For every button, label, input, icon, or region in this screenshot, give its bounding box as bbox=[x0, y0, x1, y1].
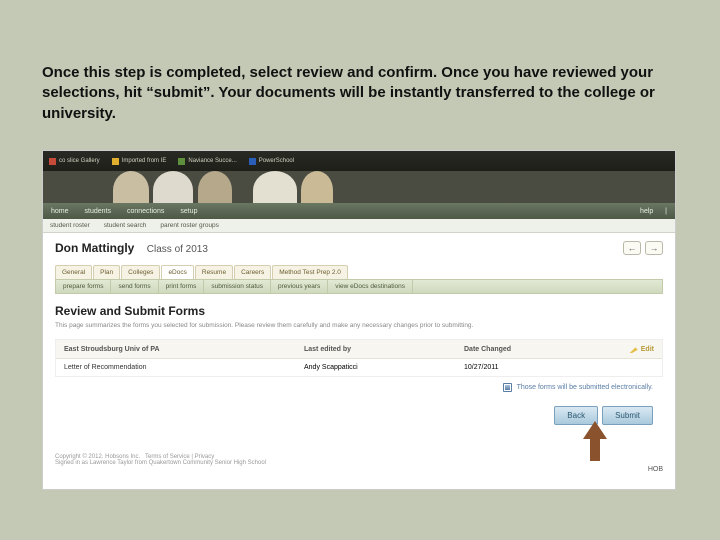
subtab-send[interactable]: send forms bbox=[111, 280, 158, 293]
tab-resume[interactable]: Resume bbox=[195, 265, 233, 279]
doc-date: 10/27/2011 bbox=[464, 364, 584, 371]
edit-link[interactable]: Edit bbox=[630, 345, 654, 353]
student-class: Class of 2013 bbox=[147, 244, 208, 255]
bookmark-item[interactable]: Naviance Succe... bbox=[172, 158, 242, 165]
tab-careers[interactable]: Careers bbox=[234, 265, 271, 279]
col-date-changed: Date Changed bbox=[464, 346, 584, 353]
tab-colleges[interactable]: Colleges bbox=[121, 265, 160, 279]
nav-students[interactable]: students bbox=[77, 208, 119, 215]
bookmark-icon bbox=[178, 158, 185, 165]
tab-method[interactable]: Method Test Prep 2.0 bbox=[272, 265, 348, 279]
section-description: This page summarizes the forms you selec… bbox=[55, 322, 663, 329]
screenshot-window: co slice Gallery Imported from IE Navian… bbox=[42, 150, 676, 490]
nav-home[interactable]: home bbox=[43, 208, 77, 215]
subtab-row: prepare forms send forms print forms sub… bbox=[55, 279, 663, 294]
main-nav: home students connections setup help | bbox=[43, 203, 675, 219]
subtab-destinations[interactable]: view eDocs destinations bbox=[328, 280, 413, 293]
tab-general[interactable]: General bbox=[55, 265, 92, 279]
subtab-status[interactable]: submission status bbox=[204, 280, 271, 293]
nav-connections[interactable]: connections bbox=[119, 208, 172, 215]
school-name: East Stroudsburg Univ of PA bbox=[64, 346, 304, 353]
instruction-text: Once this step is completed, select revi… bbox=[42, 63, 678, 124]
folder-icon bbox=[112, 158, 119, 165]
doc-name: Letter of Recommendation bbox=[64, 364, 304, 371]
doc-editor: Andy Scappaticci bbox=[304, 364, 464, 371]
tab-plan[interactable]: Plan bbox=[93, 265, 120, 279]
pencil-icon bbox=[630, 345, 638, 353]
nav-setup[interactable]: setup bbox=[172, 208, 205, 215]
table-header-row: East Stroudsburg Univ of PA Last edited … bbox=[56, 340, 662, 359]
table-row: Letter of Recommendation Andy Scappaticc… bbox=[56, 359, 662, 376]
subtab-previous[interactable]: previous years bbox=[271, 280, 328, 293]
tab-edocs[interactable]: eDocs bbox=[161, 265, 193, 279]
nav-help[interactable]: help | bbox=[624, 208, 675, 215]
forms-table: East Stroudsburg Univ of PA Last edited … bbox=[55, 339, 663, 377]
bookmark-bar: co slice Gallery Imported from IE Navian… bbox=[43, 151, 675, 171]
monitor-icon bbox=[503, 383, 512, 392]
section-heading: Review and Submit Forms bbox=[55, 304, 663, 318]
bookmark-icon bbox=[49, 158, 56, 165]
student-name: Don Mattingly bbox=[55, 241, 134, 255]
electronic-note: Those forms will be submitted electronic… bbox=[55, 377, 663, 398]
footer: Copyright © 2012. Hobsons Inc. Terms of … bbox=[55, 454, 663, 473]
subtab-prepare[interactable]: prepare forms bbox=[56, 280, 111, 293]
subnav-parent[interactable]: parent roster groups bbox=[153, 222, 226, 229]
footer-logo: HOB bbox=[648, 466, 663, 473]
sub-nav: student roster student search parent ros… bbox=[43, 219, 675, 233]
subtab-print[interactable]: print forms bbox=[159, 280, 205, 293]
col-last-edited: Last edited by bbox=[304, 346, 464, 353]
callout-arrow bbox=[583, 421, 607, 461]
bookmark-item[interactable]: PowerSchool bbox=[243, 158, 300, 165]
subnav-search[interactable]: student search bbox=[97, 222, 154, 229]
prev-student-button[interactable]: ← bbox=[623, 241, 641, 255]
bookmark-item[interactable]: co slice Gallery bbox=[43, 158, 106, 165]
subnav-roster[interactable]: student roster bbox=[43, 222, 97, 229]
bookmark-icon bbox=[249, 158, 256, 165]
tab-row: General Plan Colleges eDocs Resume Caree… bbox=[55, 265, 663, 279]
next-student-button[interactable]: → bbox=[645, 241, 663, 255]
header-photo bbox=[43, 171, 675, 203]
signed-in-as: Signed in as Lawrence Taylor from Quaker… bbox=[55, 460, 663, 466]
submit-button[interactable]: Submit bbox=[602, 406, 653, 425]
bookmark-item[interactable]: Imported from IE bbox=[106, 158, 173, 165]
